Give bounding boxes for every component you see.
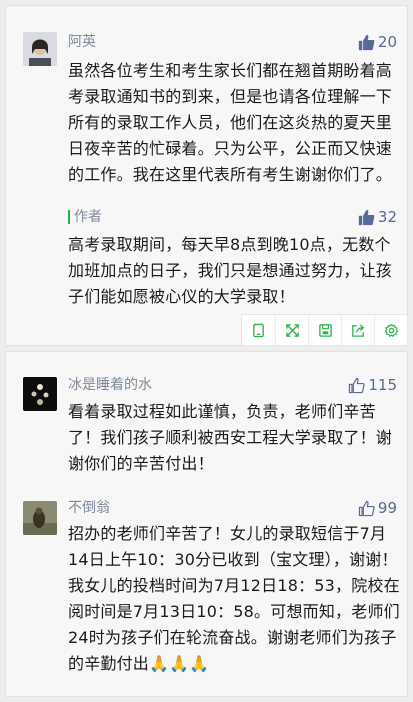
thumbs-up-outline-icon	[349, 377, 365, 393]
save-button[interactable]	[308, 315, 341, 345]
settings-icon	[384, 322, 398, 337]
settings-button[interactable]	[374, 315, 407, 345]
author-label: 作者	[68, 208, 102, 226]
like-count: 115	[368, 376, 397, 394]
comment-card: 冰是睡着的水 115 看着录取过程如此谨慎，负责，老师们辛苦了！我们孩子顺利被西…	[5, 351, 408, 697]
avatar[interactable]	[23, 501, 57, 535]
like-count: 32	[377, 208, 397, 226]
share-button[interactable]	[341, 315, 374, 345]
like-count: 20	[377, 33, 397, 51]
copy-icon	[253, 323, 264, 337]
author-label-text: 作者	[74, 209, 102, 225]
expand-icon	[285, 323, 299, 337]
avatar[interactable]	[23, 32, 57, 66]
like-button[interactable]: 32	[358, 208, 397, 226]
comment-author[interactable]: 冰是睡着的水	[68, 376, 152, 394]
save-icon	[318, 323, 332, 337]
avatar[interactable]	[23, 377, 57, 411]
expand-button[interactable]	[275, 315, 308, 345]
thumbs-up-icon	[358, 34, 375, 50]
like-button[interactable]: 20	[358, 33, 397, 51]
like-button[interactable]: 115	[348, 376, 397, 394]
comment-text: 虽然各位考生和考生家长们都在翘首期盼着高考录取通知书的到来，但是也请各位理解一下…	[68, 61, 393, 184]
thumbs-up-outline-icon	[358, 500, 375, 516]
comment-text: 看着录取过程如此谨慎，负责，老师们辛苦了！我们孩子顺利被西安工程大学录取了！谢谢…	[68, 402, 393, 473]
comment-text: 招办的老师们辛苦了！女儿的录取短信于7月14日上午10：30分已收到（宝文理），…	[68, 524, 400, 673]
reply-text: 高考录取期间，每天早8点到晚10点，无数个加班加点的日子，我们只是想通过努力，让…	[68, 235, 393, 306]
like-button[interactable]: 99	[358, 499, 397, 517]
copy-button[interactable]	[242, 315, 275, 345]
comment-author[interactable]: 阿英	[68, 33, 96, 51]
comment-author[interactable]: 不倒翁	[68, 499, 110, 517]
share-icon	[351, 323, 364, 337]
author-bar	[68, 210, 70, 224]
comment-card: 阿英 20 虽然各位考生和考生家长们都在翘首期盼着高考录取通知书的到来，但是也请…	[5, 5, 408, 346]
like-count: 99	[377, 499, 397, 517]
thumbs-up-icon	[358, 209, 375, 225]
floating-toolbar	[241, 314, 408, 346]
